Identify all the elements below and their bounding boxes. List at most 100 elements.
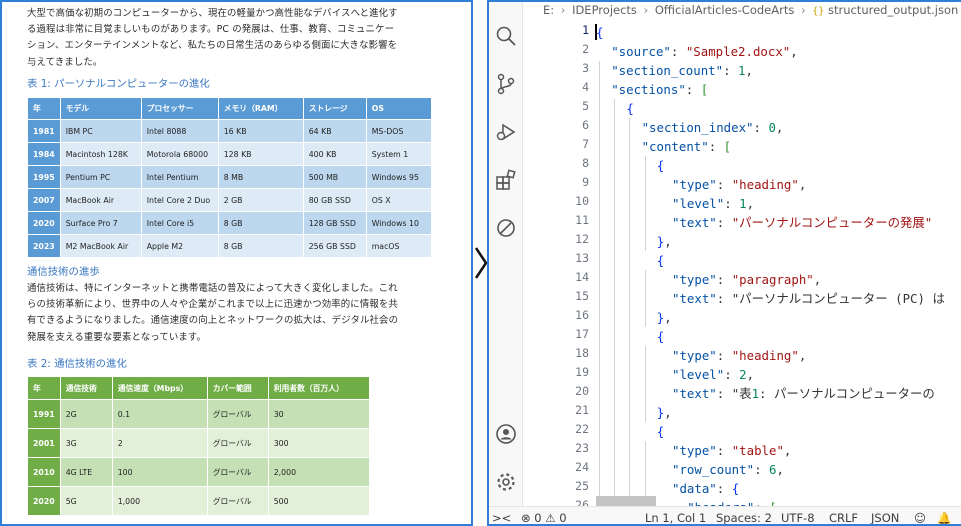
table-row: 2007 MacBook Air Intel Core 2 Duo 2 GB 80 GB… [27,188,432,212]
table-row: 1981 IBM PC Intel 8088 16 KB 64 KB MS-DOS [27,119,432,143]
table-cell: 2020 [27,211,61,235]
code-line: "type": "heading", [672,177,807,192]
table-row: 2023 M2 MacBook Air Apple M2 8 GB 256 GB SSD… [27,234,432,258]
table-cell: Intel 8088 [140,119,219,143]
document-pane: 大型で高価な初期のコンピューターから、現在の軽量かつ高性能なデバイスへと進化する… [0,0,473,526]
table-header-row: 年モデル プロセッサー メモリ（RAM） ストレージ OS [27,97,432,120]
table-cell: グローバル [206,428,269,458]
horizontal-scrollbar[interactable] [596,496,656,506]
warning-icon: ⚠ [545,511,556,525]
code-line: "text": "表1: パーソナルコンピューターの [672,386,935,401]
table-header-cell: モデル [59,97,142,120]
paragraph-line: ション、エンターテインメントなど、私たちの日常生活のあらゆる側面に大きな影響を [27,40,398,52]
table-row: 2010 4G LTE 100 グローバル 2,000 [27,457,370,487]
table-cell: 256 GB SSD [302,234,367,258]
encoding[interactable]: UTF-8 [781,511,815,524]
code-line: { [596,25,604,40]
table-cell: 8 GB [217,211,304,235]
table-cell: 128 KB [217,142,304,166]
run-debug-icon[interactable] [494,120,518,144]
table-cell: System 1 [365,142,432,166]
line-number: 24 [575,460,589,474]
remote-indicator-icon[interactable]: >< [492,511,511,524]
settings-gear-icon[interactable] [494,470,518,494]
breadcrumb[interactable]: E: › IDEProjects › OfficialArticles-Code… [523,2,961,21]
source-control-icon[interactable] [494,72,518,96]
code-line: "type": "table", [672,443,792,458]
comm-evolution-table: 年通信技術 通信速度（Mbps） カバー範囲 利用者数（百万人） 1991 2G 0.1 グロ… [27,376,370,516]
indent-guide [614,99,616,517]
breadcrumb-folder-officialarticles[interactable]: OfficialArticles-CodeArts [655,3,795,17]
codearts-icon[interactable] [494,216,518,240]
chevron-right-icon [474,247,488,279]
breadcrumb-folder-ideprojects[interactable]: IDEProjects [572,3,637,17]
table-cell: 16 KB [217,119,304,143]
extensions-icon[interactable] [494,168,518,192]
table-cell: 1981 [27,119,61,143]
table-cell: Surface Pro 7 [59,211,142,235]
cursor-position[interactable]: Ln 1, Col 1 [645,511,706,524]
table-row: 2020 Surface Pro 7 Intel Core i5 8 GB 128 GB… [27,211,432,235]
code-line: { [656,424,665,439]
account-icon[interactable] [494,422,518,446]
line-number: 21 [575,403,589,417]
paragraph-line: 通信技術は、特にインターネットと携帯電話の普及によって大きく変化しました。これ [27,283,398,294]
table-header-cell: 通信技術 [59,376,113,400]
line-ending[interactable]: CRLF [829,511,858,524]
table-cell: 2010 [27,457,61,487]
table-header-cell: 通信速度（Mbps） [111,376,208,400]
line-number: 6 [582,118,589,132]
line-number: 1 [582,23,589,37]
table-cell: グローバル [206,399,269,429]
table-cell: 500 MB [302,165,367,189]
table-cell: 400 KB [302,142,367,166]
table-header-cell: カバー範囲 [206,376,269,400]
table-header-cell: OS [365,97,432,120]
table-header-cell: 利用者数（百万人） [267,376,370,400]
table-cell: IBM PC [59,119,142,143]
code-line: { [626,101,634,116]
paragraph-line: 大型で高価な初期のコンピューターから、現在の軽量かつ高性能なデバイスへと進化す [27,8,398,19]
line-number-gutter: 1 2 3 4 5 6 7 8 9 10 11 12 13 14 15 16 17 18 19 20 21 22 23 24 2… [523,21,591,512]
pc-evolution-table: 年モデル プロセッサー メモリ（RAM） ストレージ OS 1981 IBM PC Intel… [27,97,432,258]
line-number: 14 [575,270,589,284]
table-cell: macOS [365,234,432,258]
line-number: 7 [582,137,589,151]
table-cell: MacBook Air [59,188,142,212]
chevron-right-icon: › [643,3,649,17]
problems-indicator[interactable]: ⊗ 0 ⚠ 0 [521,511,567,525]
table-cell: OS X [365,188,432,212]
table-cell: 5G [59,486,113,516]
paragraph-line: る過程は非常に目覚ましいものがあります。PC の発展は、仕事、教育、コミュニケー [27,24,395,36]
table-cell: 1995 [27,165,61,189]
indentation[interactable]: Spaces: 2 [716,511,772,524]
json-file-icon: {} [812,6,825,17]
line-number: 5 [582,99,589,113]
table-cell: 8 GB [217,234,304,258]
search-icon[interactable] [494,24,518,48]
activity-bar [489,2,523,506]
breadcrumb-drive[interactable]: E: [543,3,554,17]
table-header-cell: メモリ（RAM） [217,97,304,120]
code-line: "type": "heading", [672,348,807,363]
table-cell: Apple M2 [140,234,219,258]
code-area[interactable]: {"source": "Sample2.docx", "section_count… [596,21,961,517]
language-mode[interactable]: JSON [871,511,899,524]
line-number: 11 [575,213,589,227]
paragraph-line: 有できるようになりました。通信速度の向上とネットワークの拡大は、デジタル社会の [27,315,399,327]
table-header-cell: 年 [27,376,61,400]
paragraph-line: 与えてきました。 [27,56,103,68]
code-line: }, [656,234,672,249]
breadcrumb-file[interactable]: structured_output.json [828,3,958,17]
code-line: { [656,158,665,173]
copilot-icon[interactable]: ☺ [914,511,926,524]
line-number: 3 [582,61,589,75]
indent-guide [644,156,646,251]
table-row: 1984 Macintosh 128K Motorola 68000 128 KB 40… [27,142,432,166]
table-cell: 64 KB [302,119,367,143]
table-cell: M2 MacBook Air [59,234,142,258]
notifications-bell-icon[interactable]: 🔔 [937,511,951,524]
indent-guide [644,346,646,422]
code-line: "level": 2, [672,367,755,382]
line-number: 8 [582,156,589,170]
